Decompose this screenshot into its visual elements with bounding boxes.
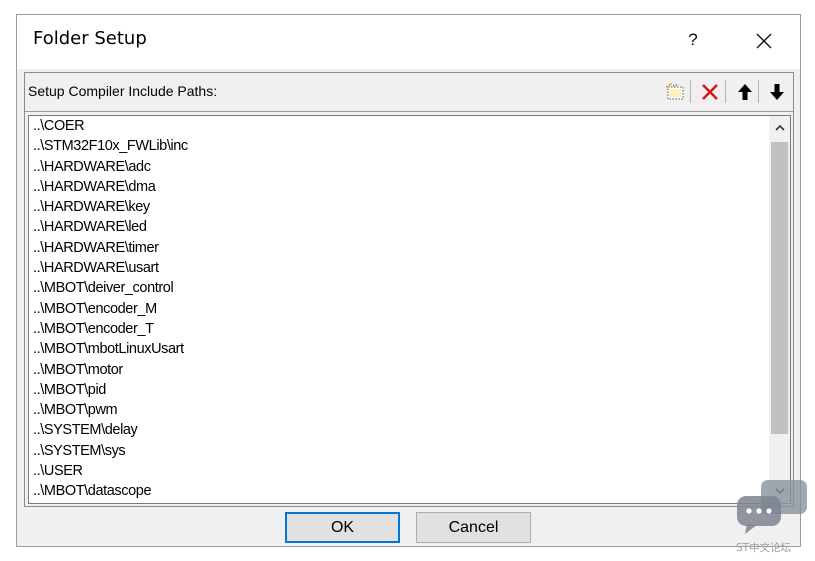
path-list-item[interactable]: ..\MBOT\encoder_T bbox=[33, 319, 188, 339]
close-icon bbox=[756, 33, 772, 49]
path-list-item[interactable]: ..\HARDWARE\timer bbox=[33, 238, 188, 258]
vertical-scrollbar[interactable] bbox=[769, 116, 790, 503]
path-list-item[interactable]: ..\MBOT\pwm bbox=[33, 400, 188, 420]
move-down-button[interactable] bbox=[765, 80, 788, 103]
path-list-item[interactable]: ..\USER bbox=[33, 461, 188, 481]
scrollbar-thumb[interactable] bbox=[771, 142, 788, 434]
group-label: Setup Compiler Include Paths: bbox=[28, 83, 218, 99]
title-bar: Folder Setup ? bbox=[17, 15, 800, 69]
path-list-item[interactable]: ..\MBOT\encoder_M bbox=[33, 299, 188, 319]
cancel-button[interactable]: Cancel bbox=[416, 512, 531, 543]
path-list-item[interactable]: ..\MBOT\pid bbox=[33, 380, 188, 400]
move-up-arrow-icon bbox=[737, 83, 752, 100]
include-paths-list[interactable]: ..\COER ..\STM32F10x_FWLib\inc ..\HARDWARE… bbox=[28, 115, 791, 504]
delete-x-icon bbox=[701, 83, 718, 100]
delete-path-button[interactable] bbox=[698, 80, 721, 103]
include-paths-group: Setup Compiler Include Paths: ..\COER ..… bbox=[24, 72, 794, 507]
path-list-item[interactable]: ..\COER bbox=[33, 116, 188, 136]
toolbar-separator bbox=[758, 80, 759, 103]
path-list-item[interactable]: ..\MBOT\datascope bbox=[33, 481, 188, 501]
new-folder-icon bbox=[665, 82, 683, 99]
path-list-item[interactable]: ..\MBOT\deiver_control bbox=[33, 278, 188, 298]
path-list-item[interactable]: ..\MBOT\mbotLinuxUsart bbox=[33, 339, 188, 359]
toolbar-separator bbox=[690, 80, 691, 103]
path-list-item[interactable]: ..\HARDWARE\adc bbox=[33, 157, 188, 177]
ok-button[interactable]: OK bbox=[285, 512, 400, 543]
path-list-item[interactable]: ..\SYSTEM\sys bbox=[33, 441, 188, 461]
path-list-item[interactable]: ..\HARDWARE\usart bbox=[33, 258, 188, 278]
move-up-button[interactable] bbox=[733, 80, 756, 103]
path-list-item[interactable]: ..\HARDWARE\led bbox=[33, 217, 188, 237]
path-list-item[interactable]: ..\SYSTEM\delay bbox=[33, 420, 188, 440]
path-list-item[interactable]: ..\STM32F10x_FWLib\inc bbox=[33, 136, 188, 156]
chevron-up-icon bbox=[774, 124, 785, 131]
scroll-up-button[interactable] bbox=[769, 118, 790, 138]
move-down-arrow-icon bbox=[769, 83, 784, 100]
path-list-item[interactable]: ..\HARDWARE\dma bbox=[33, 177, 188, 197]
help-button[interactable]: ? bbox=[681, 27, 705, 53]
folder-setup-dialog: Folder Setup ? Setup Compiler Include Pa… bbox=[16, 14, 801, 547]
dialog-title: Folder Setup bbox=[33, 28, 147, 49]
path-list-item[interactable]: ..\HARDWARE\key bbox=[33, 197, 188, 217]
path-list: ..\COER ..\STM32F10x_FWLib\inc ..\HARDWARE… bbox=[33, 116, 188, 502]
chat-bubble-icon bbox=[737, 480, 807, 534]
new-path-button[interactable] bbox=[663, 80, 686, 103]
path-list-item[interactable]: ..\MBOT\motor bbox=[33, 360, 188, 380]
toolbar-separator bbox=[725, 80, 726, 103]
group-header: Setup Compiler Include Paths: bbox=[25, 73, 793, 112]
watermark-text: ST中文论坛 bbox=[736, 542, 792, 554]
close-button[interactable] bbox=[751, 25, 777, 55]
